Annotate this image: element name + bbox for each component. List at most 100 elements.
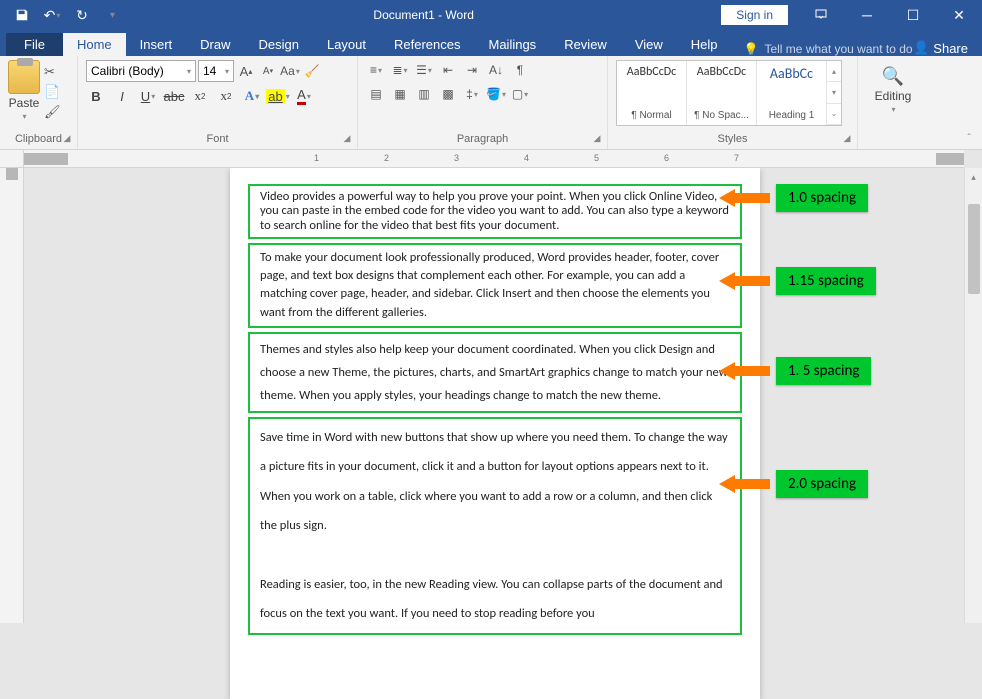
clipboard-group-label: Clipboard◢ <box>8 133 69 147</box>
font-size-combo[interactable]: 14▾ <box>198 60 234 82</box>
bold-button[interactable]: B <box>86 86 106 106</box>
tab-file[interactable]: File <box>6 33 63 56</box>
paragraph-spacing-1.0[interactable]: Video provides a powerful way to help yo… <box>248 184 742 239</box>
group-editing: 🔍 Editing ▾ <box>858 56 928 149</box>
strikethrough-button[interactable]: abc <box>164 86 184 106</box>
justify-button[interactable]: ▩ <box>438 84 458 104</box>
editing-label: Editing <box>875 89 912 103</box>
align-center-button[interactable]: ▦ <box>390 84 410 104</box>
scroll-up-button[interactable]: ▴ <box>965 168 982 186</box>
line-spacing-button[interactable]: ‡▾ <box>462 84 482 104</box>
qat-customize-button[interactable]: ▾ <box>98 2 126 28</box>
arrow-icon <box>710 186 770 210</box>
tab-references[interactable]: References <box>380 33 474 56</box>
font-color-button[interactable]: A▾ <box>294 86 314 106</box>
horizontal-ruler[interactable]: 1 2 3 4 5 6 7 <box>24 150 964 168</box>
find-icon: 🔍 <box>882 66 904 87</box>
paragraph-spacing-1.15[interactable]: To make your document look professionall… <box>248 243 742 328</box>
numbering-button[interactable]: ≣▾ <box>390 60 410 80</box>
multilevel-list-button[interactable]: ☰▾ <box>414 60 434 80</box>
styles-group-label: Styles◢ <box>616 133 849 147</box>
tab-insert[interactable]: Insert <box>126 33 187 56</box>
group-styles: AaBbCcDc ¶ Normal AaBbCcDc ¶ No Spac... … <box>608 56 858 149</box>
share-button[interactable]: 👤 Share <box>913 40 968 56</box>
styles-gallery-nav[interactable]: ▴▾⌄ <box>827 61 841 125</box>
ribbon-tabs: File Home Insert Draw Design Layout Refe… <box>0 30 982 56</box>
italic-button[interactable]: I <box>112 86 132 106</box>
annotation-1.0: 1.0 spacing <box>710 184 868 212</box>
styles-gallery[interactable]: AaBbCcDc ¶ Normal AaBbCcDc ¶ No Spac... … <box>616 60 842 126</box>
save-button[interactable] <box>8 2 36 28</box>
share-label: Share <box>933 41 968 56</box>
clipboard-dialog-launcher[interactable]: ◢ <box>61 133 73 145</box>
close-button[interactable]: ✕ <box>936 0 982 30</box>
tab-view[interactable]: View <box>621 33 677 56</box>
cut-button[interactable]: ✂ <box>44 64 60 80</box>
style-no-spacing[interactable]: AaBbCcDc ¶ No Spac... <box>687 61 757 125</box>
redo-button[interactable]: ↻ <box>68 2 96 28</box>
paste-icon <box>8 60 40 94</box>
sort-button[interactable]: A↓ <box>486 60 506 80</box>
grow-font-button[interactable]: A▴ <box>236 61 256 81</box>
arrow-icon <box>710 359 770 383</box>
annotation-label: 1. 5 spacing <box>776 357 871 385</box>
annotation-1.15: 1.15 spacing <box>710 267 876 295</box>
tab-review[interactable]: Review <box>550 33 621 56</box>
group-font: Calibri (Body)▾ 14▾ A▴ A▾ Aa▾ 🧹 B I U▾ a… <box>78 56 358 149</box>
borders-button[interactable]: ▢▾ <box>510 84 530 104</box>
tab-home[interactable]: Home <box>63 33 126 56</box>
ribbon-options-button[interactable] <box>798 0 844 30</box>
paragraph-spacing-2.0[interactable]: Save time in Word with new buttons that … <box>248 417 742 635</box>
clear-formatting-button[interactable]: 🧹 <box>302 61 322 81</box>
paste-button[interactable]: Paste ▾ <box>8 60 40 121</box>
decrease-indent-button[interactable]: ⇤ <box>438 60 458 80</box>
scroll-thumb[interactable] <box>968 204 980 294</box>
paragraph-spacing-1.5[interactable]: Themes and styles also help keep your do… <box>248 332 742 413</box>
vertical-scrollbar[interactable]: ▴ <box>964 168 982 623</box>
title-bar: ↶▾ ↻ ▾ Document1 - Word Sign in ─ ☐ ✕ <box>0 0 982 30</box>
style-heading1[interactable]: AaBbCc Heading 1 <box>757 61 827 125</box>
tab-design[interactable]: Design <box>245 33 313 56</box>
copy-button[interactable]: 📄 <box>44 84 60 100</box>
tell-me-label: Tell me what you want to do <box>764 42 912 56</box>
bullets-button[interactable]: ≡▾ <box>366 60 386 80</box>
ribbon: Paste ▾ ✂ 📄 🖌 Clipboard◢ Calibri (Body)▾… <box>0 56 982 150</box>
tab-draw[interactable]: Draw <box>186 33 244 56</box>
window-controls: ─ ☐ ✕ <box>798 0 982 30</box>
tell-me-search[interactable]: 💡 Tell me what you want to do <box>744 42 913 56</box>
tab-help[interactable]: Help <box>677 33 732 56</box>
align-left-button[interactable]: ▤ <box>366 84 386 104</box>
underline-button[interactable]: U▾ <box>138 86 158 106</box>
share-icon: 👤 <box>913 40 929 56</box>
vertical-ruler[interactable] <box>0 168 24 623</box>
font-dialog-launcher[interactable]: ◢ <box>341 133 353 145</box>
document-page[interactable]: Video provides a powerful way to help yo… <box>230 168 760 699</box>
font-name-combo[interactable]: Calibri (Body)▾ <box>86 60 196 82</box>
tab-layout[interactable]: Layout <box>313 33 380 56</box>
annotation-1.5: 1. 5 spacing <box>710 357 871 385</box>
format-painter-button[interactable]: 🖌 <box>44 104 60 120</box>
highlight-button[interactable]: ab▾ <box>268 86 288 106</box>
editing-button[interactable]: 🔍 Editing ▾ <box>866 60 920 114</box>
arrow-icon <box>710 269 770 293</box>
superscript-button[interactable]: x2 <box>216 86 236 106</box>
styles-dialog-launcher[interactable]: ◢ <box>841 133 853 145</box>
subscript-button[interactable]: x2 <box>190 86 210 106</box>
collapse-ribbon-button[interactable]: ˆ <box>960 131 978 145</box>
paragraph-dialog-launcher[interactable]: ◢ <box>591 133 603 145</box>
shading-button[interactable]: 🪣▾ <box>486 84 506 104</box>
align-right-button[interactable]: ▥ <box>414 84 434 104</box>
maximize-button[interactable]: ☐ <box>890 0 936 30</box>
undo-button[interactable]: ↶▾ <box>38 2 66 28</box>
show-marks-button[interactable]: ¶ <box>510 60 530 80</box>
sign-in-button[interactable]: Sign in <box>721 5 788 25</box>
group-clipboard: Paste ▾ ✂ 📄 🖌 Clipboard◢ <box>0 56 78 149</box>
text-effects-button[interactable]: A▾ <box>242 86 262 106</box>
tab-mailings[interactable]: Mailings <box>475 33 551 56</box>
style-normal[interactable]: AaBbCcDc ¶ Normal <box>617 61 687 125</box>
change-case-button[interactable]: Aa▾ <box>280 61 300 81</box>
increase-indent-button[interactable]: ⇥ <box>462 60 482 80</box>
ruler-corner <box>0 150 24 168</box>
minimize-button[interactable]: ─ <box>844 0 890 30</box>
shrink-font-button[interactable]: A▾ <box>258 61 278 81</box>
